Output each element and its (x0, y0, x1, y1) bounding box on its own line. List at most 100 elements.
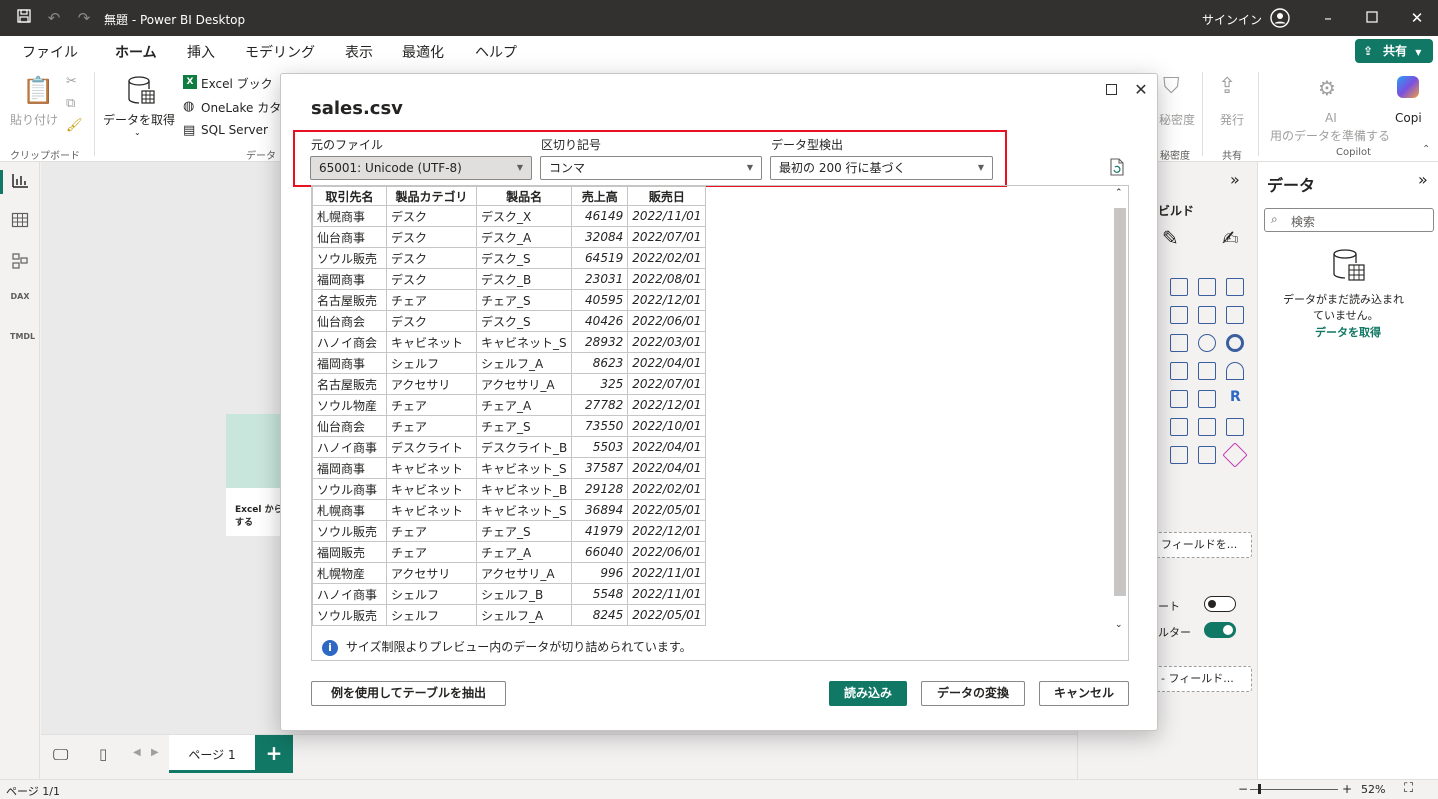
zoom-out-button[interactable]: − (1238, 782, 1248, 796)
preview-vertical-scrollbar[interactable]: ⌃ ⌄ (1112, 186, 1128, 646)
signin-link[interactable]: サインイン (1202, 11, 1262, 28)
format-painter-icon[interactable]: 🖌 (66, 118, 83, 133)
page-tab-1[interactable]: ページ 1 (169, 735, 255, 773)
file-origin-select[interactable]: 65001: Unicode (UTF-8) ▼ (310, 156, 532, 180)
matrix-visual-icon[interactable] (1198, 390, 1216, 408)
scatter-chart-icon[interactable] (1170, 334, 1188, 352)
menu-help[interactable]: ヘルプ (475, 42, 517, 62)
minimize-icon[interactable]: – (1318, 8, 1338, 28)
refresh-preview-icon[interactable] (1109, 158, 1125, 179)
azure-map-icon[interactable] (1198, 362, 1216, 380)
dialog-close-icon[interactable]: ✕ (1131, 80, 1151, 100)
menu-optimize[interactable]: 最適化 (402, 42, 444, 62)
redo-icon[interactable]: ↷ (74, 8, 94, 28)
data-search-input[interactable]: ⌕ 検索 (1264, 208, 1434, 232)
add-page-button[interactable]: + (255, 735, 293, 773)
smart-narrative-icon[interactable] (1226, 418, 1244, 436)
mobile-layout-icon[interactable]: ▯ (99, 745, 107, 763)
paste-button[interactable]: 貼り付け (10, 111, 58, 128)
filled-map-icon[interactable] (1170, 362, 1188, 380)
desktop-layout-icon[interactable]: 🖵 (53, 745, 68, 765)
undo-icon[interactable]: ↶ (44, 8, 64, 28)
waterfall-chart-icon[interactable] (1226, 306, 1244, 324)
drillthrough-drop-zone[interactable]: - フィールド... (1156, 666, 1252, 692)
clustered-bar-chart-icon[interactable] (1170, 278, 1188, 296)
copy-icon[interactable]: ⧉ (66, 96, 75, 111)
table-cell: チェア_S (475, 289, 573, 311)
column-header[interactable]: 取引先名 (312, 186, 387, 206)
data-type-detection-select[interactable]: 最初の 200 行に基づく ▼ (770, 156, 993, 180)
report-view-icon[interactable] (10, 172, 30, 192)
stacked-bar-chart-icon[interactable] (1198, 278, 1216, 296)
table-cell: チェア (386, 415, 477, 437)
publish-button[interactable]: 発行 (1220, 111, 1244, 128)
paginated-report-icon[interactable] (1170, 418, 1188, 436)
excel-import-card[interactable]: Excel から する (226, 414, 286, 536)
expand-pane-icon[interactable]: » (1230, 170, 1240, 189)
format-visual-icon[interactable]: ✍ (1222, 226, 1239, 250)
menu-home[interactable]: ホーム (115, 42, 157, 69)
prepare-data-for-ai-button[interactable]: 用のデータを準備する (1270, 127, 1390, 144)
extract-table-using-examples-button[interactable]: 例を使用してテーブルを抽出 (311, 681, 506, 706)
dialog-maximize-icon[interactable] (1101, 80, 1121, 100)
zoom-slider-thumb[interactable] (1258, 784, 1261, 794)
empty-data-icon (1332, 248, 1366, 285)
load-button[interactable]: 読み込み (829, 681, 907, 706)
gauge-icon[interactable] (1226, 362, 1244, 380)
prev-page-icon[interactable]: ◀ (133, 747, 141, 758)
column-header[interactable]: 売上高 (571, 186, 629, 206)
pie-chart-icon[interactable] (1198, 334, 1216, 352)
excel-workbook-button[interactable]: Excel ブック (201, 75, 273, 92)
column-header[interactable]: 製品名 (475, 186, 573, 206)
menu-insert[interactable]: 挿入 (187, 42, 215, 62)
donut-chart-icon[interactable] (1226, 334, 1244, 352)
fit-to-page-icon[interactable]: ⛶ (1404, 781, 1413, 796)
line-chart-icon[interactable] (1170, 306, 1188, 324)
next-page-icon[interactable]: ▶ (151, 747, 159, 758)
collapse-ribbon-icon[interactable]: ⌃ (1422, 144, 1430, 155)
share-icon: ⇪ (1363, 44, 1374, 58)
zoom-slider[interactable] (1250, 789, 1338, 790)
zoom-in-button[interactable]: + (1342, 782, 1352, 796)
cut-icon[interactable]: ✂ (66, 74, 77, 89)
user-avatar-icon[interactable] (1270, 8, 1290, 28)
tmdl-view-icon[interactable]: TMDL (10, 332, 35, 352)
get-data-link[interactable]: データを取得 (1315, 324, 1381, 340)
menu-modeling[interactable]: モデリング (245, 42, 315, 62)
copilot-button[interactable]: Copi (1395, 111, 1422, 125)
table-cell: 2022/07/01 (627, 226, 707, 248)
save-icon[interactable] (14, 8, 34, 28)
values-drop-zone[interactable]: フィールドを... (1156, 532, 1252, 558)
table-view-icon[interactable] (10, 212, 30, 232)
ribbon-chart-icon[interactable] (1198, 306, 1216, 324)
sensitivity-button[interactable]: 秘密度 (1159, 111, 1195, 128)
share-button[interactable]: ⇪ 共有 ▼ (1355, 39, 1433, 63)
toggle-off[interactable] (1204, 596, 1236, 612)
scroll-down-icon[interactable]: ⌄ (1115, 620, 1123, 630)
dax-query-view-icon[interactable]: DAX (10, 292, 30, 312)
power-apps-icon[interactable] (1222, 442, 1248, 468)
column-header[interactable]: 販売日 (627, 186, 707, 206)
image-visual-icon[interactable] (1170, 446, 1188, 464)
get-data-button[interactable]: データを取得 (103, 111, 175, 128)
build-visual-icon[interactable]: ✎ (1162, 226, 1179, 250)
cancel-button[interactable]: キャンセル (1039, 681, 1129, 706)
close-window-icon[interactable]: ✕ (1407, 8, 1427, 28)
collapse-data-pane-icon[interactable]: » (1418, 170, 1428, 189)
menu-view[interactable]: 表示 (345, 42, 373, 62)
maximize-icon[interactable] (1362, 8, 1382, 28)
sql-server-button[interactable]: SQL Server (201, 123, 268, 137)
decomposition-tree-icon[interactable] (1198, 446, 1216, 464)
menu-file[interactable]: ファイル (22, 42, 78, 62)
model-view-icon[interactable] (10, 252, 30, 272)
trophy-kpi-icon[interactable] (1198, 418, 1216, 436)
transform-data-button[interactable]: データの変換 (921, 681, 1025, 706)
column-header[interactable]: 製品カテゴリ (386, 186, 477, 206)
scroll-up-icon[interactable]: ⌃ (1115, 188, 1123, 198)
table-visual-icon[interactable] (1170, 390, 1188, 408)
delimiter-select[interactable]: コンマ ▼ (540, 156, 762, 180)
r-visual-icon[interactable]: R (1230, 389, 1241, 405)
scrollbar-thumb[interactable] (1114, 208, 1126, 596)
column-chart-icon[interactable] (1226, 278, 1244, 296)
toggle-on[interactable] (1204, 622, 1236, 638)
